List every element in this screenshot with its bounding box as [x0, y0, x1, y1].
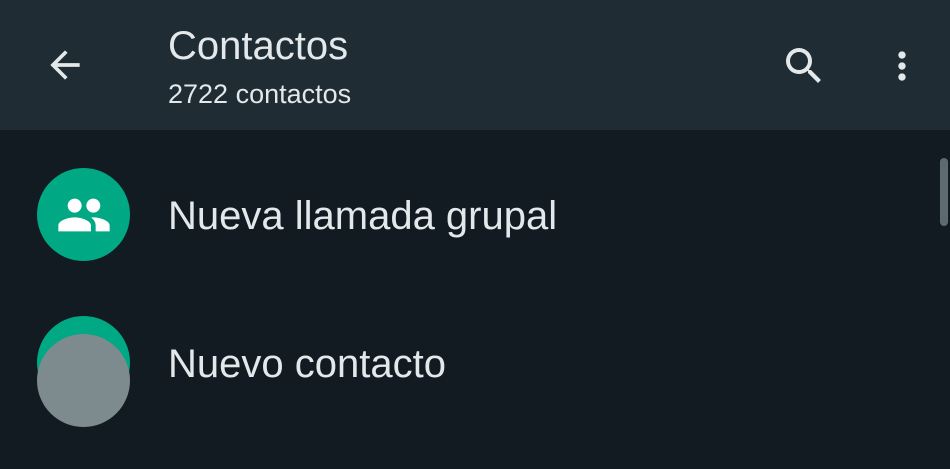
- search-icon: [786, 48, 821, 83]
- scrollbar[interactable]: [940, 158, 948, 226]
- new-group-call-item[interactable]: Nueva llamada grupal: [0, 145, 930, 285]
- new-group-call-label: Nueva llamada grupal: [168, 194, 558, 238]
- title-block: Contactos 2722 contactos: [168, 20, 351, 112]
- app-bar: Contactos 2722 contactos: [0, 0, 950, 130]
- group-icon: [57, 198, 110, 231]
- overflow-menu-button[interactable]: [866, 28, 938, 104]
- contact-count: 2722 contactos: [168, 79, 352, 109]
- group-call-avatar: [37, 168, 130, 261]
- contacts-list: Nueva llamada grupal Nuevo contacto: [0, 130, 950, 469]
- new-contact-label: Nuevo contacto: [168, 342, 446, 386]
- more-vert-icon: [898, 51, 906, 81]
- arrow-back-icon: [50, 50, 80, 80]
- back-button[interactable]: [24, 24, 106, 106]
- page-title: Contactos: [168, 24, 349, 68]
- new-contact-item[interactable]: Nuevo contacto: [0, 293, 930, 433]
- contact-avatar[interactable]: [37, 334, 130, 427]
- search-button[interactable]: [766, 28, 842, 104]
